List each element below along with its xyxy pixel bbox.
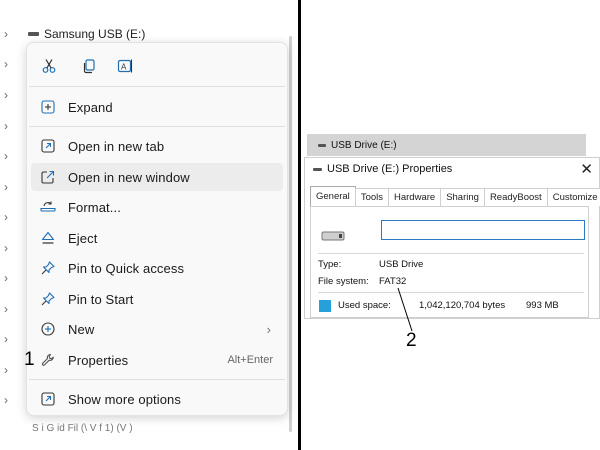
drive-icon xyxy=(313,167,322,171)
svg-text:A: A xyxy=(121,63,127,72)
scrollbar[interactable] xyxy=(289,36,292,432)
menu-item-properties[interactable]: Properties Alt+Enter xyxy=(31,346,283,374)
explorer-panel: › › › › › › › › › › › › › Samsung USB (E… xyxy=(0,0,298,450)
menu-item-eject[interactable]: Eject xyxy=(31,224,283,252)
menu-separator xyxy=(29,86,285,87)
background-window-titlebar: USB Drive (E:) xyxy=(307,134,586,156)
expand-chevron-icon[interactable]: › xyxy=(4,181,12,193)
menu-item-show-more-options[interactable]: Show more options xyxy=(31,385,283,413)
separator xyxy=(318,292,584,293)
tab-sharing[interactable]: Sharing xyxy=(440,188,485,206)
wrench-icon xyxy=(40,352,56,368)
copy-icon[interactable] xyxy=(76,53,102,79)
tab-customize[interactable]: Customize xyxy=(546,188,600,206)
drive-icon xyxy=(318,143,326,147)
menu-item-label: Pin to Start xyxy=(68,291,134,307)
format-icon xyxy=(40,199,56,215)
file-system-label: File system: xyxy=(318,276,369,287)
menu-separator xyxy=(29,126,285,127)
shortcut-label: Alt+Enter xyxy=(227,354,273,366)
scissors-icon[interactable] xyxy=(36,53,62,79)
menu-item-pin-to-start[interactable]: Pin to Start xyxy=(31,285,283,313)
pin-icon xyxy=(40,260,56,276)
menu-item-expand[interactable]: Expand xyxy=(31,93,283,121)
tab-strip: General Tools Hardware Sharing ReadyBoos… xyxy=(310,186,600,206)
used-space-size: 993 MB xyxy=(526,300,559,311)
menu-item-label: Eject xyxy=(68,230,98,246)
expand-chevron-icon[interactable]: › xyxy=(4,333,12,345)
tab-hardware[interactable]: Hardware xyxy=(388,188,442,206)
expand-chevron-icon[interactable]: › xyxy=(4,364,12,376)
open-new-tab-icon xyxy=(40,138,56,154)
menu-separator xyxy=(29,379,285,380)
rename-icon[interactable]: A xyxy=(113,53,139,79)
usb-drive-label: Samsung USB (E:) xyxy=(44,27,146,41)
dialog-titlebar: USB Drive (E:) Properties xyxy=(313,163,452,175)
expand-chevron-icon[interactable]: › xyxy=(4,394,12,406)
file-system-value: FAT32 xyxy=(379,276,407,287)
separator xyxy=(318,253,584,254)
used-space-bytes: 1,042,120,704 bytes xyxy=(419,300,506,311)
type-value: USB Drive xyxy=(379,259,424,270)
menu-item-label: New xyxy=(68,321,95,337)
expand-chevron-icon[interactable]: › xyxy=(4,89,12,101)
used-space-label: Used space: xyxy=(338,300,391,311)
expand-chevron-icon[interactable]: › xyxy=(4,211,12,223)
expand-chevron-icon[interactable]: › xyxy=(4,120,12,132)
context-menu: A Expand Open in new tab Open in new win… xyxy=(26,42,288,416)
menu-item-label: Expand xyxy=(68,99,113,115)
callout-number-2: 2 xyxy=(406,330,417,351)
menu-item-label: Show more options xyxy=(68,391,181,407)
usb-drive-icon xyxy=(321,231,345,241)
expand-chevron-icon[interactable]: › xyxy=(4,150,12,162)
volume-name-input[interactable] xyxy=(381,220,585,240)
expand-chevron-icon[interactable]: › xyxy=(4,28,12,40)
usb-drive-item[interactable]: Samsung USB (E:) xyxy=(28,26,145,42)
expand-chevron-icon[interactable]: › xyxy=(4,303,12,315)
used-space-swatch xyxy=(319,300,331,312)
quick-actions-bar: A xyxy=(27,53,287,79)
expand-chevron-icon[interactable]: › xyxy=(4,272,12,284)
chevron-right-icon: › xyxy=(266,321,271,337)
type-label: Type: xyxy=(318,259,342,270)
more-options-icon xyxy=(40,391,56,407)
background-window-title: USB Drive (E:) xyxy=(331,139,397,151)
menu-item-open-new-tab[interactable]: Open in new tab xyxy=(31,132,283,160)
menu-item-format[interactable]: Format... xyxy=(31,193,283,221)
callout-number-1: 1 xyxy=(24,349,35,370)
menu-item-label: Pin to Quick access xyxy=(68,260,185,276)
pin-icon xyxy=(40,291,56,307)
close-icon[interactable]: ✕ xyxy=(580,160,593,178)
properties-panel: USB Drive (E:) USB Drive (E:) Properties… xyxy=(301,0,600,450)
drive-icon xyxy=(28,32,39,36)
menu-item-label: Format... xyxy=(68,199,121,215)
new-icon xyxy=(40,321,56,337)
expand-chevron-icon[interactable]: › xyxy=(4,58,12,70)
dialog-title: USB Drive (E:) Properties xyxy=(327,163,453,175)
menu-item-label: Properties xyxy=(68,352,129,368)
menu-item-open-new-window[interactable]: Open in new window xyxy=(31,163,283,191)
expand-icon xyxy=(40,99,56,115)
menu-item-new[interactable]: New › xyxy=(31,315,283,343)
menu-item-pin-quick-access[interactable]: Pin to Quick access xyxy=(31,254,283,282)
partial-row-text: S i G id Fil (\ V f 1) (V ) xyxy=(32,423,133,434)
open-new-window-icon xyxy=(40,169,56,185)
eject-icon xyxy=(40,230,56,246)
menu-item-label: Open in new window xyxy=(68,169,190,185)
tab-tools[interactable]: Tools xyxy=(354,188,389,206)
menu-item-label: Open in new tab xyxy=(68,138,165,154)
expand-chevron-icon[interactable]: › xyxy=(4,242,12,254)
tab-readyboost[interactable]: ReadyBoost xyxy=(483,188,548,206)
tab-general[interactable]: General xyxy=(310,186,356,206)
